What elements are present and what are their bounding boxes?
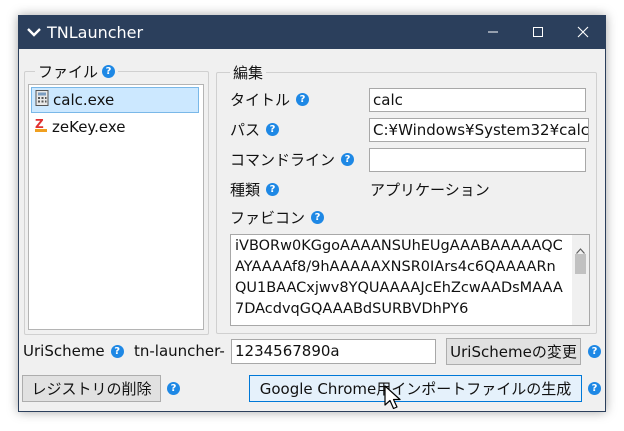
title-bar[interactable]: TNLauncher — [19, 16, 605, 49]
help-icon[interactable]: ? — [102, 65, 116, 78]
path-label-text: パス — [230, 121, 261, 139]
favicon-scrollbar[interactable] — [572, 235, 589, 325]
maximize-button[interactable] — [515, 16, 560, 49]
type-field-label: 種類 ? — [230, 179, 280, 200]
type-label-text: 種類 — [230, 181, 261, 199]
delete-registry-button[interactable]: レジストリの削除 — [22, 375, 161, 402]
list-item-label: zeKey.exe — [52, 118, 126, 136]
favicon-label-text: ファビコン — [230, 209, 306, 227]
title-label-text: タイトル — [230, 91, 291, 109]
path-field-label: パス ? — [230, 119, 280, 140]
change-urischeme-button[interactable]: UriSchemeの変更 — [446, 338, 581, 365]
edit-group-legend: 編集 — [230, 62, 267, 83]
maximize-icon — [532, 24, 544, 42]
window-title: TNLauncher — [47, 23, 144, 42]
edit-group-title: 編集 — [233, 64, 264, 82]
help-icon[interactable]: ? — [588, 382, 601, 395]
minimize-icon — [487, 24, 499, 42]
file-group-title: ファイル — [38, 63, 99, 81]
close-button[interactable] — [560, 16, 605, 49]
list-item-label: calc.exe — [53, 91, 115, 109]
help-icon[interactable]: ? — [296, 93, 310, 106]
help-icon[interactable]: ? — [167, 382, 180, 395]
mouse-cursor-icon — [384, 385, 404, 411]
urischeme-label: UriScheme ? — [23, 342, 124, 360]
file-group-legend: ファイル ? — [35, 61, 119, 82]
urischeme-label-text: UriScheme — [23, 342, 105, 360]
file-listbox[interactable]: calc.exe Z zeKey.exe — [28, 84, 204, 330]
favicon-textarea[interactable]: iVBORw0KGgoAAAANSUhEUgAAABAAAAAQCAYAAAAf… — [230, 234, 590, 326]
urischeme-prefix: tn-launcher- — [134, 342, 225, 360]
favicon-field-label: ファビコン ? — [230, 207, 325, 228]
cmdline-input[interactable] — [369, 148, 586, 172]
scrollbar-thumb[interactable] — [575, 254, 586, 274]
list-item[interactable]: calc.exe — [31, 87, 199, 113]
svg-text:Z: Z — [35, 117, 44, 131]
generate-chrome-import-button[interactable]: Google Chrome用インポートファイルの生成 — [249, 375, 582, 402]
zekey-app-icon: Z — [34, 117, 49, 137]
help-icon[interactable]: ? — [110, 344, 124, 358]
calculator-icon — [35, 90, 50, 110]
minimize-button[interactable] — [470, 16, 515, 49]
app-window: TNLauncher ファイル ? calc.exe Z zeKey.exe 編… — [18, 15, 606, 412]
favicon-text: iVBORw0KGgoAAAANSUhEUgAAABAAAAAQCAYAAAAf… — [235, 238, 563, 317]
help-icon[interactable]: ? — [588, 345, 601, 358]
type-value: アプリケーション — [370, 181, 490, 199]
help-icon[interactable]: ? — [266, 183, 280, 196]
cmdline-field-label: コマンドライン ? — [230, 149, 355, 170]
urischeme-input[interactable]: 1234567890a — [231, 339, 436, 364]
cmdline-label-text: コマンドライン — [230, 151, 336, 169]
list-item[interactable]: Z zeKey.exe — [31, 114, 202, 140]
title-input[interactable]: calc — [369, 88, 586, 112]
help-icon[interactable]: ? — [266, 123, 280, 136]
help-icon[interactable]: ? — [311, 211, 325, 224]
app-logo-icon — [27, 25, 41, 43]
close-icon — [577, 24, 589, 42]
path-input[interactable]: C:¥Windows¥System32¥calc.exe — [369, 118, 589, 142]
help-icon[interactable]: ? — [341, 153, 355, 166]
title-field-label: タイトル ? — [230, 89, 310, 110]
